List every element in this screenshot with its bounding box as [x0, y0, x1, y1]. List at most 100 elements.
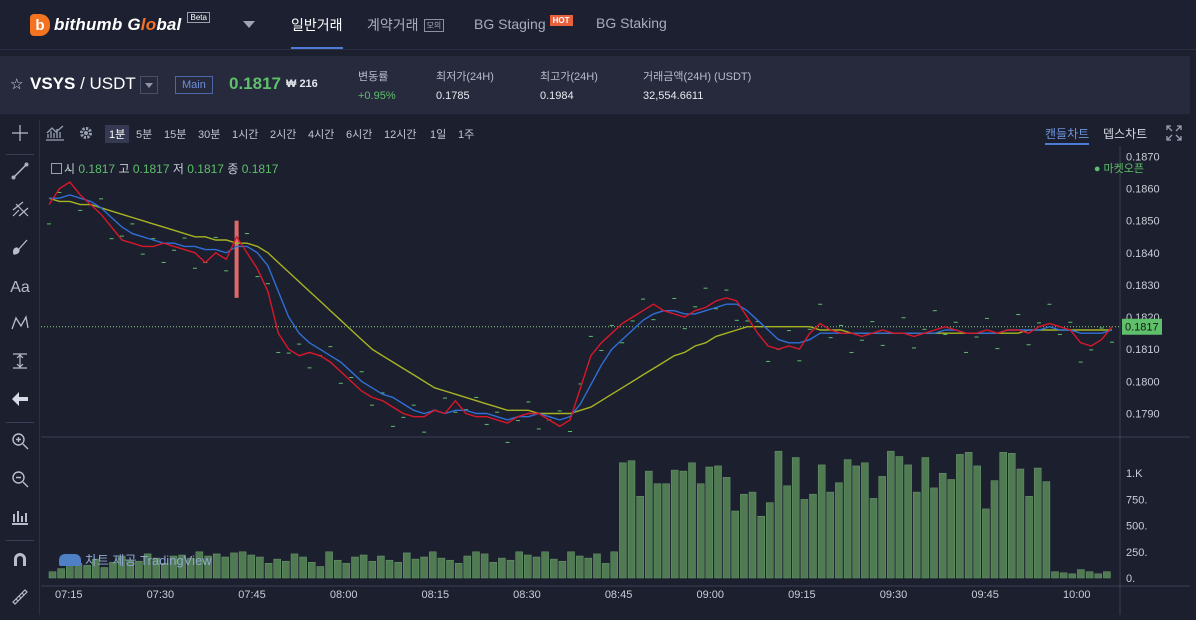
nav-contract-trading-label: 계약거래 [367, 17, 419, 33]
volume-bar [437, 557, 446, 579]
tab-candle-chart[interactable]: 캔들차트 [1045, 125, 1090, 145]
volume-bar [852, 465, 860, 579]
demo-badge: 모의 [423, 19, 445, 32]
time-tick-label: 07:30 [147, 589, 175, 601]
hot-badge: HOT [549, 15, 573, 26]
interval-6h[interactable]: 6시간 [346, 126, 372, 142]
volume-bar [290, 553, 299, 579]
volume-bar [1025, 496, 1033, 579]
interval-1w[interactable]: 1주 [458, 126, 474, 142]
pattern-icon[interactable] [8, 314, 32, 338]
tab-depth-chart[interactable]: 뎁스차트 [1103, 125, 1147, 145]
volume-bar [230, 552, 238, 579]
nav-contract-trading[interactable]: 계약거래 모의 [367, 15, 445, 49]
volume-bar [610, 551, 618, 579]
volume-bar [964, 452, 973, 579]
price-tick-label: 0.1830 [1126, 280, 1160, 292]
volume-bar [774, 450, 783, 579]
interval-1d[interactable]: 1일 [430, 126, 446, 142]
volume-bar [705, 466, 714, 579]
volume-bar [316, 566, 325, 579]
ruler-icon[interactable] [8, 588, 32, 612]
volume-bar [256, 556, 264, 579]
volume-bar [627, 460, 636, 579]
interval-2h[interactable]: 2시간 [270, 126, 296, 142]
fullscreen-icon[interactable] [1166, 125, 1182, 144]
volume-bar [333, 559, 342, 579]
stat-change: 변동률 +0.95% [358, 71, 396, 102]
volume-bar [636, 496, 644, 579]
volume-bar [696, 483, 705, 579]
pitchfork-icon[interactable] [8, 200, 32, 224]
text-tool-icon[interactable]: Aa [8, 276, 32, 300]
tradingview-watermark[interactable]: 차트 제공 TradingView [59, 550, 212, 569]
volume-bar [394, 562, 402, 579]
volume-tick-label: 0. [1126, 573, 1135, 585]
interval-4h[interactable]: 4시간 [308, 126, 334, 142]
collapse-legend-icon[interactable] [51, 163, 62, 174]
interval-1h[interactable]: 1시간 [232, 126, 258, 142]
volume-bar [1042, 481, 1051, 579]
gear-icon[interactable] [78, 125, 94, 144]
arrow-left-icon[interactable] [8, 390, 32, 414]
volume-bar [498, 557, 506, 579]
volume-bar [264, 563, 273, 579]
interval-12h[interactable]: 12시간 [384, 126, 416, 142]
nav-bg-staking[interactable]: BG Staking [596, 15, 667, 49]
volume-bar [411, 558, 420, 579]
volume-bar [757, 515, 765, 579]
pair-dropdown[interactable] [140, 76, 158, 94]
time-tick-label: 10:00 [1063, 589, 1091, 601]
time-tick-label: 09:30 [880, 589, 908, 601]
volume-bar [670, 469, 679, 579]
volume-bar [1068, 573, 1077, 579]
price-tick-label: 0.1840 [1126, 248, 1160, 260]
volume-bar [835, 482, 843, 579]
volume-bar [541, 551, 549, 579]
interval-30m[interactable]: 30분 [198, 126, 220, 142]
indicators-icon[interactable] [45, 125, 65, 144]
price-chart[interactable]: 0.1870 0.1860 0.1850 0.1840 0.1830 0.1820 0.18… [41, 146, 1190, 615]
interval-1m[interactable]: 1분 [105, 125, 130, 143]
brush-icon[interactable] [8, 238, 32, 262]
volume-bar [653, 483, 662, 579]
crosshair-icon[interactable] [8, 124, 32, 148]
nav-bg-staging[interactable]: BG Staging HOT [474, 15, 573, 49]
volume-bar [463, 555, 472, 579]
ma-fast-line [48, 181, 1113, 428]
measure-icon[interactable] [8, 352, 32, 376]
volume-bar [869, 498, 878, 579]
interval-5m[interactable]: 5분 [136, 126, 152, 142]
volume-bar [342, 563, 351, 579]
volume-bar [843, 459, 852, 579]
chart-canvas[interactable]: 0.18700.18600.18500.18400.18300.18200.18… [41, 146, 1190, 615]
volume-bar [299, 556, 307, 579]
bithumb-global-logo[interactable]: b bithumb Global Beta [30, 10, 210, 40]
volume-bar [221, 556, 230, 579]
stat-high-24h: 최고가(24H) 0.1984 [540, 71, 598, 102]
price-tick-label: 0.1800 [1126, 376, 1160, 388]
volume-bar [817, 464, 826, 579]
trend-line-icon[interactable] [8, 162, 32, 186]
time-tick-label: 09:45 [971, 589, 999, 601]
volume-bar [921, 457, 930, 579]
zoom-out-icon[interactable] [8, 470, 32, 494]
chart-style-icon[interactable] [8, 508, 32, 532]
volume-bar [956, 454, 964, 579]
magnet-icon[interactable] [8, 550, 32, 574]
volume-bar [973, 465, 981, 579]
interval-15m[interactable]: 15분 [164, 126, 186, 142]
volume-bar [601, 563, 610, 579]
volume-bar [826, 491, 835, 579]
nav-spot-trading[interactable]: 일반거래 [291, 15, 343, 49]
volume-bar [1103, 571, 1111, 579]
zoom-in-icon[interactable] [8, 432, 32, 456]
volume-bar [247, 554, 256, 579]
time-tick-label: 07:15 [55, 589, 83, 601]
market-status: ● 마켓오픈 [1093, 163, 1144, 175]
volume-bar [308, 562, 316, 579]
star-icon[interactable]: ☆ [10, 75, 23, 93]
volume-tick-label: 1.K [1126, 468, 1143, 480]
volume-bar [446, 559, 454, 579]
chevron-down-icon[interactable] [243, 21, 255, 28]
